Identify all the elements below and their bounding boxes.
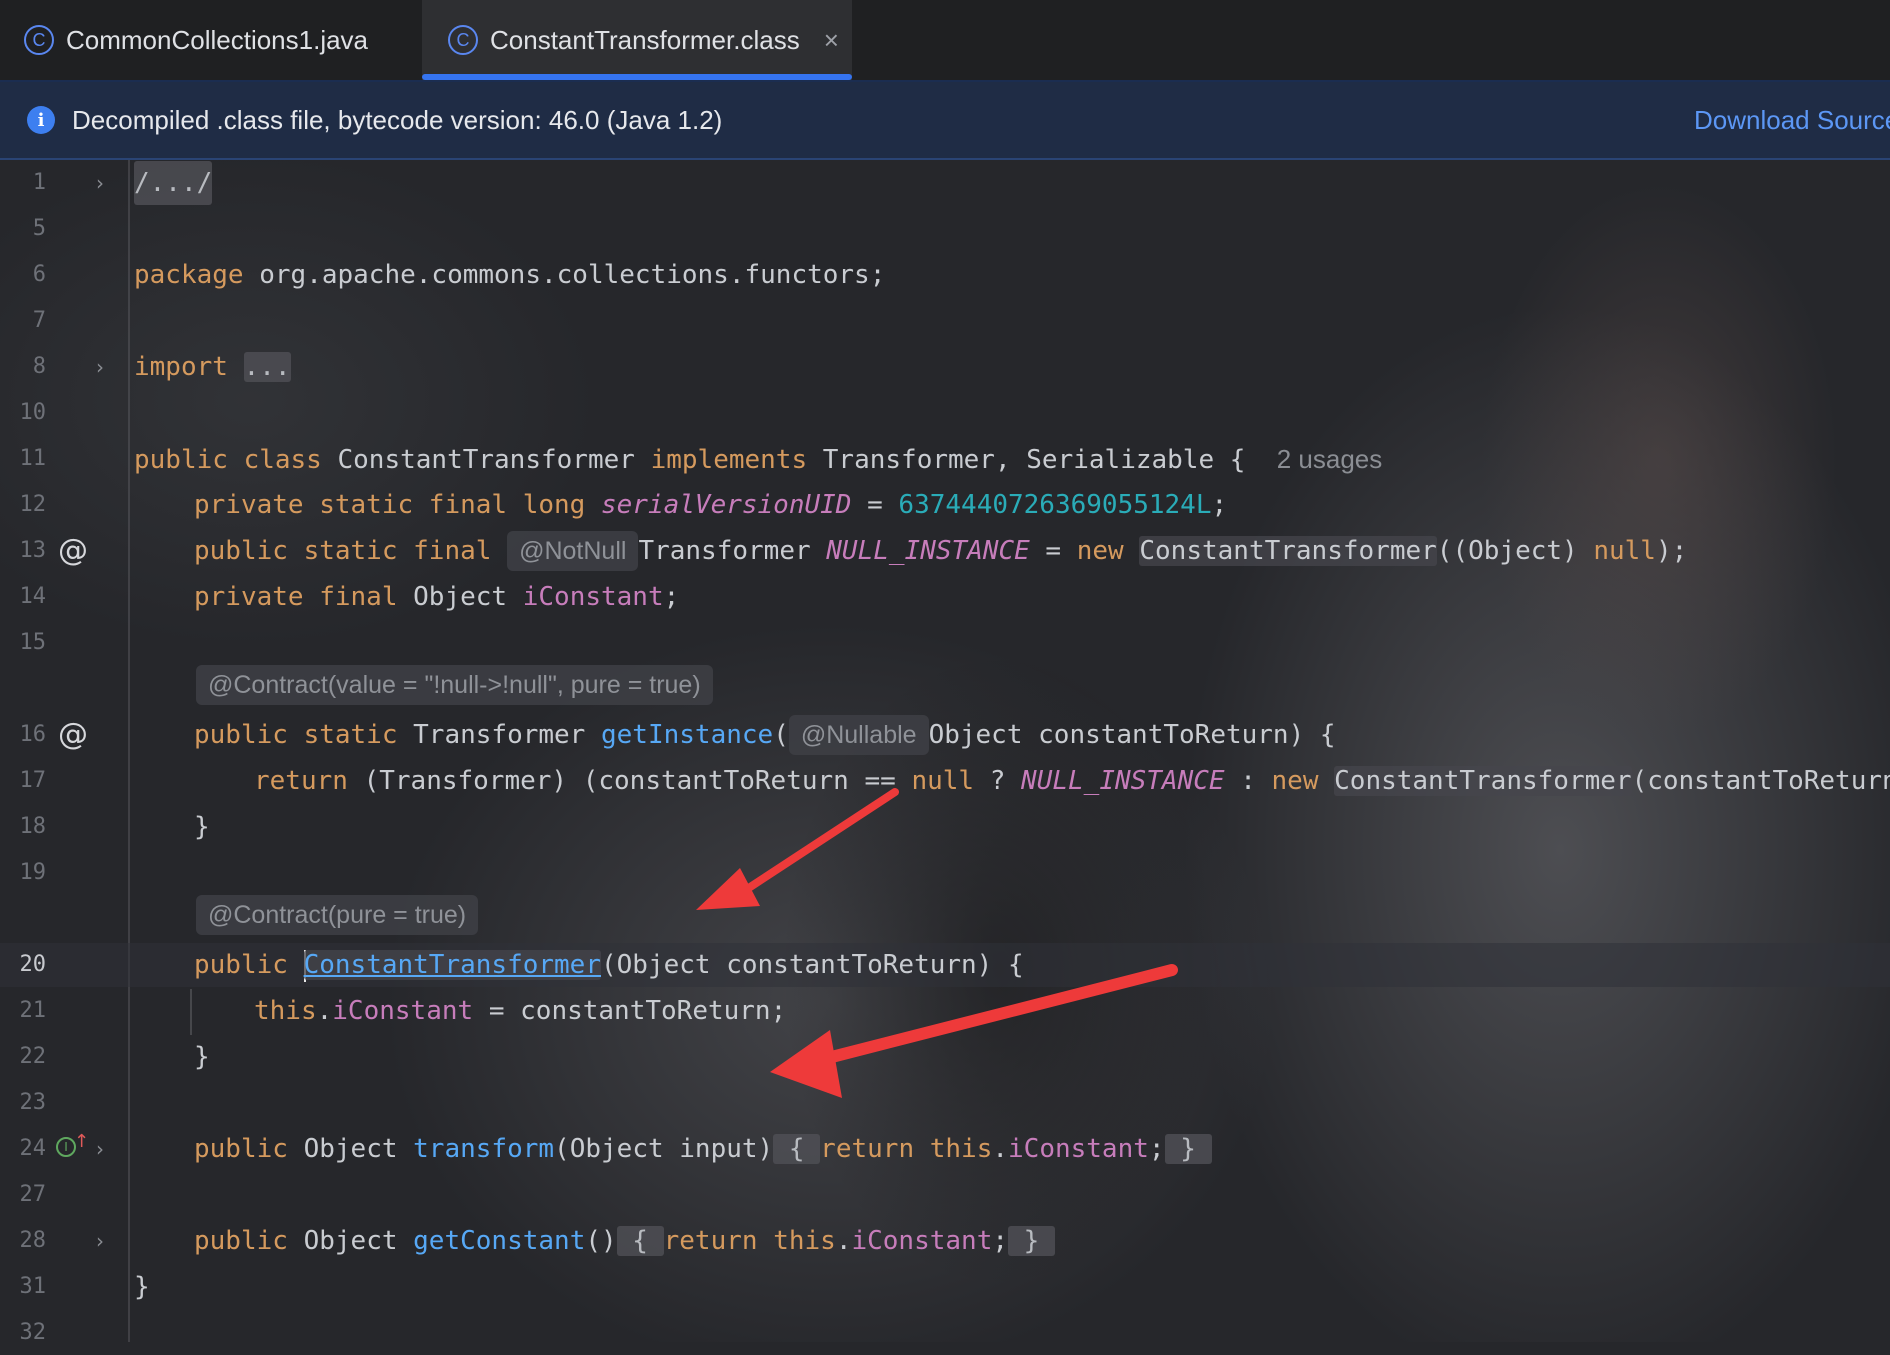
code-line: 31 } (0, 1265, 1890, 1309)
annotation-gutter-icon[interactable]: @ (58, 529, 88, 573)
up-arrow-icon: ↑ (74, 1131, 90, 1152)
code-line: 19 (0, 851, 1890, 895)
serial-field: private static final long serialVersionU… (194, 490, 1228, 520)
nullable-hint: @Nullable (788, 715, 929, 755)
code-line: 7 (0, 299, 1890, 343)
tab-label: ConstantTransformer.class (490, 24, 800, 55)
banner-message: Decompiled .class file, bytecode version… (72, 104, 723, 135)
line-number: 15 (19, 630, 47, 655)
code-line: 17 return (Transformer) (constantToRetur… (0, 759, 1890, 803)
line-number: 28 (19, 1228, 47, 1253)
class-file-icon: C (448, 25, 478, 55)
code-line: 8 › import ... (0, 345, 1890, 389)
code-line: 23 (0, 1081, 1890, 1125)
code-line: 11 public class ConstantTransformer impl… (0, 437, 1890, 481)
code-line: 22 } (0, 1035, 1890, 1079)
iconstant-field: private final Object iConstant; (194, 582, 680, 612)
getinstance-method: public static Transformer getInstance(@N… (194, 713, 1336, 757)
fold-chevron-icon[interactable]: › (96, 345, 104, 389)
line-number: 8 (32, 354, 46, 379)
code-line: 18 } (0, 805, 1890, 849)
inlay-row: @Contract(pure = true) (0, 895, 1890, 939)
tab-label: CommonCollections1.java (66, 24, 369, 55)
close-icon[interactable]: × (824, 25, 839, 56)
class-declaration: public class ConstantTransformer impleme… (134, 444, 1383, 475)
editor-tab-bar: C CommonCollections1.java C ConstantTran… (0, 0, 1890, 82)
line-number: 6 (32, 262, 46, 287)
constructor-declaration: public ConstantTransformer(Object consta… (194, 949, 1024, 982)
code-line: 16 @ public static Transformer getInstan… (0, 713, 1890, 757)
import-statement: import ... (134, 352, 291, 382)
line-number: 7 (32, 308, 46, 333)
decompiled-info-banner: i Decompiled .class file, bytecode versi… (0, 82, 1890, 160)
line-number: 5 (32, 216, 46, 241)
package-statement: package org.apache.commons.collections.f… (134, 260, 886, 290)
code-line: 24 I ↑ › public Object transform(Object … (0, 1127, 1890, 1171)
code-line: 14 private final Object iConstant; (0, 575, 1890, 619)
indent-guide (190, 989, 192, 1035)
line-number: 21 (19, 998, 47, 1023)
tab-commoncollections1[interactable]: C CommonCollections1.java (24, 0, 368, 80)
implements-method-icon[interactable]: I (56, 1137, 76, 1157)
usages-hint[interactable]: 2 usages (1277, 444, 1383, 474)
return-statement: return (Transformer) (constantToReturn =… (254, 766, 1890, 796)
line-number: 17 (19, 768, 47, 793)
constructor-body: this.iConstant = constantToReturn; (254, 996, 787, 1026)
transform-method: public Object transform(Object input) { … (194, 1134, 1212, 1164)
annotation-gutter-icon[interactable]: @ (58, 713, 88, 757)
line-number: 11 (19, 446, 47, 471)
active-tab-indicator (422, 74, 852, 80)
tab-constanttransformer[interactable]: C ConstantTransformer.class × (422, 0, 852, 80)
getconstant-method: public Object getConstant() { return thi… (194, 1226, 1055, 1256)
line-number: 19 (19, 860, 47, 885)
contract-hint: @Contract(value = "!null->!null", pure =… (196, 665, 713, 705)
folded-header[interactable]: /.../ (134, 161, 213, 205)
inlay-row: @Contract(value = "!null->!null", pure =… (0, 665, 1890, 709)
code-line: 15 (0, 621, 1890, 665)
fold-chevron-icon[interactable]: › (96, 161, 104, 205)
fold-chevron-icon[interactable]: › (96, 1219, 104, 1263)
line-number: 1 (32, 170, 46, 195)
download-source-link[interactable]: Download Source (1694, 105, 1890, 136)
line-number: 22 (19, 1044, 47, 1069)
contract-hint: @Contract(pure = true) (196, 895, 479, 935)
line-number: 20 (19, 952, 47, 977)
line-number: 14 (19, 584, 47, 609)
current-line: 20 public ConstantTransformer(Object con… (0, 943, 1890, 987)
code-line: 1 › /.../ (0, 161, 1890, 205)
code-line: 10 (0, 391, 1890, 435)
code-line: 28 › public Object getConstant() { retur… (0, 1219, 1890, 1263)
line-number: 27 (19, 1182, 47, 1207)
line-number: 10 (19, 400, 47, 425)
code-line: 21 this.iConstant = constantToReturn; (0, 989, 1890, 1033)
null-instance-field: public static final @NotNull Transformer … (194, 529, 1687, 573)
line-number: 32 (19, 1320, 47, 1345)
code-line: 27 (0, 1173, 1890, 1217)
notnull-hint: @NotNull (507, 531, 639, 571)
code-line: 13 @ public static final @NotNull Transfo… (0, 529, 1890, 573)
line-number: 23 (19, 1090, 47, 1115)
code-line: 6 package org.apache.commons.collections… (0, 253, 1890, 297)
line-number: 16 (19, 722, 47, 747)
line-number: 12 (19, 492, 47, 517)
java-class-icon: C (24, 25, 54, 55)
fold-chevron-icon[interactable]: › (96, 1127, 104, 1171)
line-number: 31 (19, 1274, 47, 1299)
code-line: 5 (0, 207, 1890, 251)
code-line: 12 private static final long serialVersi… (0, 483, 1890, 527)
line-number: 18 (19, 814, 47, 839)
line-number: 24 (19, 1136, 47, 1161)
code-line: 32 (0, 1311, 1890, 1355)
folded-imports[interactable]: ... (243, 352, 291, 382)
info-icon: i (27, 106, 55, 134)
line-number: 13 (19, 538, 47, 563)
